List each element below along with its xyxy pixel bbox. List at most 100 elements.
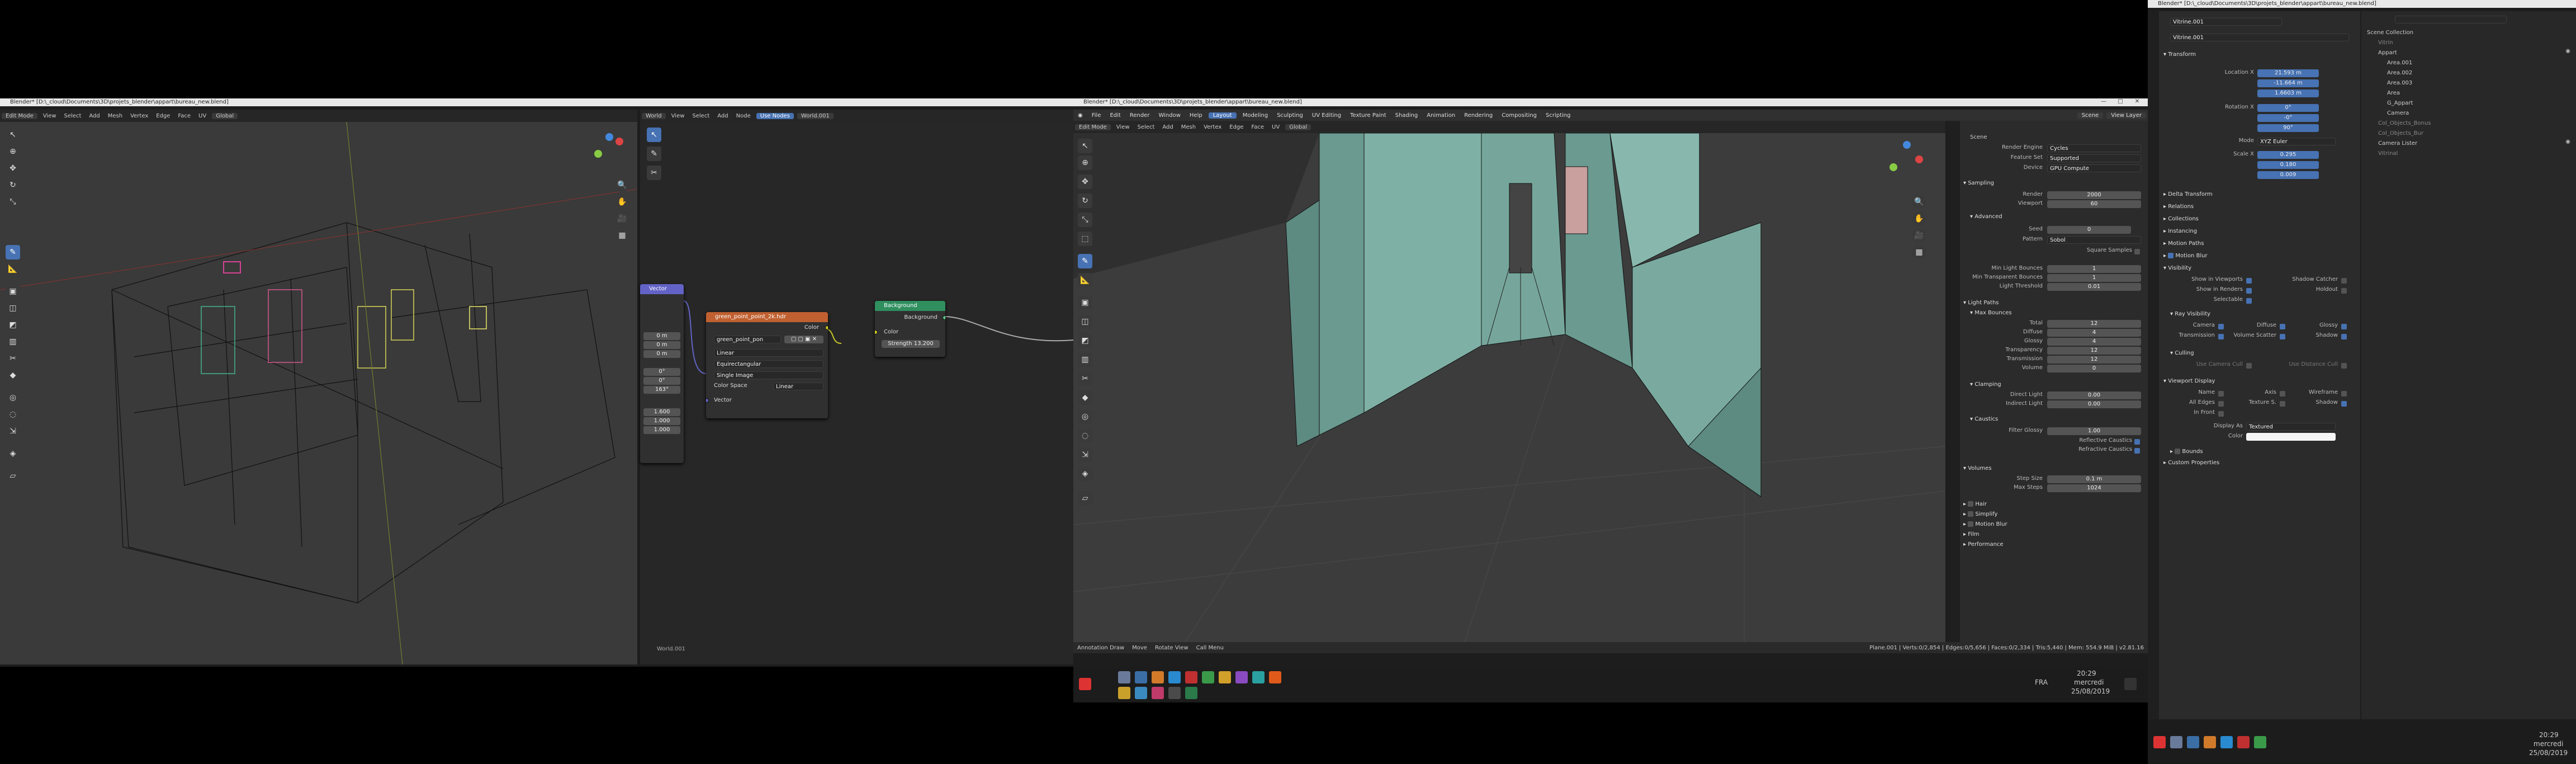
rip-tool[interactable]: ◈ <box>6 446 20 461</box>
task-icon-12[interactable] <box>1135 687 1147 699</box>
direct-light-field[interactable]: 0.00 <box>2047 392 2141 399</box>
c-smooth-tool[interactable]: ◌ <box>1078 428 1092 443</box>
r-task-icon-3[interactable] <box>2187 736 2199 748</box>
c-extrude-tool[interactable]: ▣ <box>1078 295 1092 310</box>
holdout-checkbox[interactable] <box>2341 288 2347 294</box>
map-scale-z[interactable]: 1.000 <box>643 426 680 434</box>
outliner-eye-icon[interactable]: ◉ <box>2565 48 2570 54</box>
outliner-item-area-003[interactable]: Area.003 <box>2387 78 2412 88</box>
env-image-actions[interactable]: ▢ ▢ ▣ ✕ <box>784 336 823 343</box>
outliner-item-area[interactable]: Area <box>2387 88 2400 98</box>
gizmo-x-axis[interactable] <box>615 138 623 145</box>
c-camera-icon[interactable]: 🎥 <box>1912 228 1926 243</box>
tab-texture-paint[interactable]: Texture Paint <box>1346 112 1391 119</box>
rotation-y[interactable]: -0° <box>2257 114 2319 122</box>
vd-texture-space-checkbox[interactable] <box>2280 401 2285 407</box>
scale-tool[interactable]: ⤡ <box>6 195 20 209</box>
maximize-button[interactable]: □ <box>2112 98 2129 106</box>
use-camera-cull-checkbox[interactable] <box>2246 363 2252 369</box>
delta-transform-section[interactable]: ▸ Delta Transform <box>2163 190 2357 199</box>
ray-glossy-checkbox[interactable] <box>2341 324 2347 329</box>
shear-tool[interactable]: ▱ <box>6 469 20 483</box>
ray-visibility-section[interactable]: ▾ Ray Visibility <box>2170 310 2357 319</box>
vd-all-edges-checkbox[interactable] <box>2218 401 2224 407</box>
center-menu-add[interactable]: Add <box>1158 124 1177 130</box>
bounce-diffuse-field[interactable]: 4 <box>2047 329 2141 337</box>
center-menu-uv[interactable]: UV <box>1268 124 1284 130</box>
environment-texture-node[interactable]: green_point_point_2k.hdr Color green_poi… <box>706 312 828 418</box>
annotate-tool[interactable]: ✎ <box>6 245 20 260</box>
env-vector-socket[interactable] <box>706 398 709 403</box>
task-icon-6[interactable] <box>1202 671 1214 683</box>
smooth-tool[interactable]: ◌ <box>6 407 20 422</box>
location-z[interactable]: 1.6603 m <box>2257 89 2319 97</box>
c-gizmo-y-axis[interactable] <box>1890 163 1897 171</box>
hair-section[interactable]: ▸ Hair <box>1963 500 2144 509</box>
gizmo-z-axis[interactable] <box>605 133 613 141</box>
c-shrink-tool[interactable]: ⇲ <box>1078 447 1092 462</box>
rotation-x[interactable]: 0° <box>2257 104 2319 112</box>
env-interpolation[interactable]: Linear <box>714 349 823 357</box>
c-inset-tool[interactable]: ◫ <box>1078 314 1092 329</box>
viewport-display-section[interactable]: ▾ Viewport Display <box>2163 377 2357 386</box>
camera-view-icon[interactable]: 🎥 <box>615 211 629 226</box>
gizmo-y-axis[interactable] <box>594 150 602 158</box>
menu-vertex[interactable]: Vertex <box>126 113 152 119</box>
r-task-icon-6[interactable] <box>2237 736 2250 748</box>
ray-diffuse-checkbox[interactable] <box>2280 324 2285 329</box>
c-zoom-icon[interactable]: 🔍 <box>1912 195 1926 209</box>
instancing-section[interactable]: ▸ Instancing <box>2163 227 2357 236</box>
caustics-section[interactable]: ▾ Caustics <box>1970 415 2144 424</box>
outliner-item-g-appart[interactable]: G_Appart <box>2387 98 2413 109</box>
r-tray-time[interactable]: 20:29 <box>2539 730 2559 739</box>
outliner-item-camera[interactable]: Camera <box>2387 109 2409 119</box>
c-move-tool[interactable]: ✥ <box>1078 175 1092 189</box>
rotation-z[interactable]: 90° <box>2257 124 2319 132</box>
center-menu-view[interactable]: View <box>1112 124 1134 130</box>
task-icon-1[interactable] <box>1118 671 1130 683</box>
map-location-x[interactable]: 0 m <box>643 332 680 340</box>
node-menu-select[interactable]: Select <box>688 113 713 119</box>
culling-section[interactable]: ▾ Culling <box>2170 349 2357 358</box>
menu-view[interactable]: View <box>39 113 60 119</box>
background-node[interactable]: Background Background Color Strength 13.… <box>875 301 945 357</box>
performance-section[interactable]: ▸ Performance <box>1963 540 2144 549</box>
tab-shading[interactable]: Shading <box>1391 112 1423 119</box>
r-task-icon-2[interactable] <box>2170 736 2182 748</box>
tray-lang[interactable]: FRA <box>2035 678 2048 687</box>
menu-render[interactable]: Render <box>1125 112 1154 119</box>
right-window-title[interactable]: Blender* [D:\_cloud\Documents\3D\projets… <box>2148 0 2576 8</box>
menu-file[interactable]: File <box>1087 112 1106 119</box>
outliner-item-appart[interactable]: Appart <box>2378 48 2397 58</box>
close-button[interactable]: ✕ <box>2129 98 2146 106</box>
device-select[interactable]: GPU Compute <box>2047 164 2141 172</box>
select-box-tool[interactable]: ↖ <box>6 128 20 142</box>
pattern-select[interactable]: Sobol <box>2047 236 2141 244</box>
show-viewports-checkbox[interactable] <box>2246 278 2252 284</box>
rotation-mode-select[interactable]: XYZ Euler <box>2257 138 2336 145</box>
center-menu-edge[interactable]: Edge <box>1225 124 1247 130</box>
outliner-item-col-objects-bonus[interactable]: Col_Objects_Bonus <box>2378 119 2431 129</box>
center-window-title[interactable]: Blender* [D:\_cloud\Documents\3D\projets… <box>1073 98 2148 106</box>
center-mode-select[interactable]: Edit Mode <box>1075 124 1111 130</box>
menu-window[interactable]: Window <box>1154 112 1185 119</box>
tab-modeling[interactable]: Modeling <box>1238 112 1273 119</box>
object-color-swatch[interactable] <box>2246 433 2336 441</box>
render-samples-field[interactable]: 2000 <box>2047 191 2141 199</box>
extrude-tool[interactable]: ▣ <box>6 284 20 299</box>
center-menu-vertex[interactable]: Vertex <box>1200 124 1225 130</box>
c-cursor-tool[interactable]: ⊕ <box>1078 155 1092 170</box>
task-icon-9[interactable] <box>1252 671 1265 683</box>
max-steps-field[interactable]: 1024 <box>2047 484 2141 492</box>
scene-select[interactable]: Scene <box>2077 112 2104 119</box>
pan-hand-icon[interactable]: ✋ <box>615 195 629 209</box>
c-rip-tool[interactable]: ◈ <box>1078 466 1092 481</box>
c-polybuild-tool[interactable]: ◆ <box>1078 390 1092 405</box>
light-paths-section[interactable]: ▾ Light Paths <box>1963 299 2144 308</box>
outliner-search[interactable] <box>2395 16 2507 23</box>
c-loopcut-tool[interactable]: ▥ <box>1078 352 1092 367</box>
node-tree-type[interactable]: World <box>642 112 666 119</box>
c-bevel-tool[interactable]: ◩ <box>1078 333 1092 348</box>
scale-z[interactable]: 0.009 <box>2257 171 2319 179</box>
motion-paths-section[interactable]: ▸ Motion Paths <box>2163 239 2357 248</box>
